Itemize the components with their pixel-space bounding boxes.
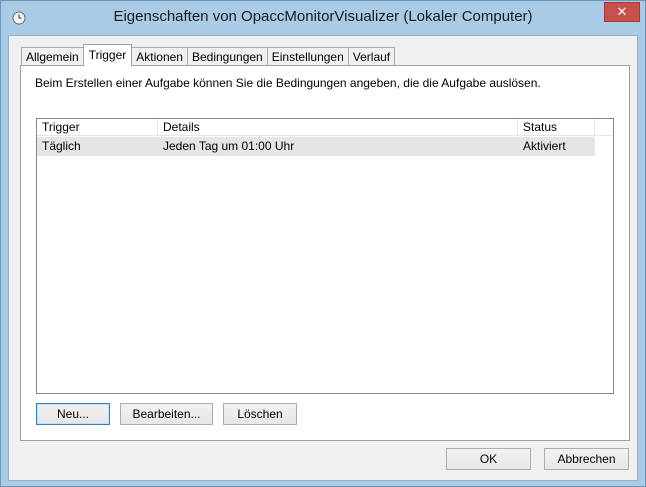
column-header-status[interactable]: Status	[518, 119, 595, 136]
tab-bedingungen[interactable]: Bedingungen	[186, 47, 268, 66]
trigger-tab-panel: Beim Erstellen einer Aufgabe können Sie …	[20, 65, 630, 441]
row-status-cell: Aktiviert	[523, 139, 566, 153]
title-bar[interactable]: Eigenschaften von OpaccMonitorVisualizer…	[1, 1, 645, 35]
tab-verlauf[interactable]: Verlauf	[347, 47, 396, 66]
trigger-list[interactable]: Trigger Details Status Täglich Jeden Tag…	[36, 118, 614, 394]
tab-strip: Allgemein Trigger Aktionen Bedingungen E…	[21, 44, 396, 66]
tab-einstellungen[interactable]: Einstellungen	[266, 47, 349, 66]
window-title: Eigenschaften von OpaccMonitorVisualizer…	[113, 8, 533, 25]
close-button[interactable]: ✕	[604, 2, 640, 22]
column-header-details[interactable]: Details	[158, 119, 518, 136]
properties-window: Eigenschaften von OpaccMonitorVisualizer…	[0, 0, 646, 487]
ok-button[interactable]: OK	[446, 448, 531, 470]
trigger-description: Beim Erstellen einer Aufgabe können Sie …	[35, 76, 541, 90]
table-row[interactable]: Täglich Jeden Tag um 01:00 Uhr Aktiviert	[37, 137, 595, 156]
close-icon: ✕	[616, 4, 628, 20]
tab-trigger[interactable]: Trigger	[82, 44, 133, 66]
tab-allgemein[interactable]: Allgemein	[21, 47, 84, 66]
row-details-cell: Jeden Tag um 01:00 Uhr	[163, 139, 295, 153]
row-trigger-cell: Täglich	[42, 139, 81, 153]
trigger-list-header: Trigger Details Status	[37, 119, 613, 136]
edit-trigger-button[interactable]: Bearbeiten...	[120, 403, 213, 425]
delete-trigger-button[interactable]: Löschen	[223, 403, 297, 425]
dialog-client-area: Allgemein Trigger Aktionen Bedingungen E…	[8, 35, 638, 481]
tab-aktionen[interactable]: Aktionen	[131, 47, 188, 66]
cancel-button[interactable]: Abbrechen	[544, 448, 629, 470]
column-header-trigger[interactable]: Trigger	[37, 119, 158, 136]
new-trigger-button[interactable]: Neu...	[36, 403, 110, 425]
